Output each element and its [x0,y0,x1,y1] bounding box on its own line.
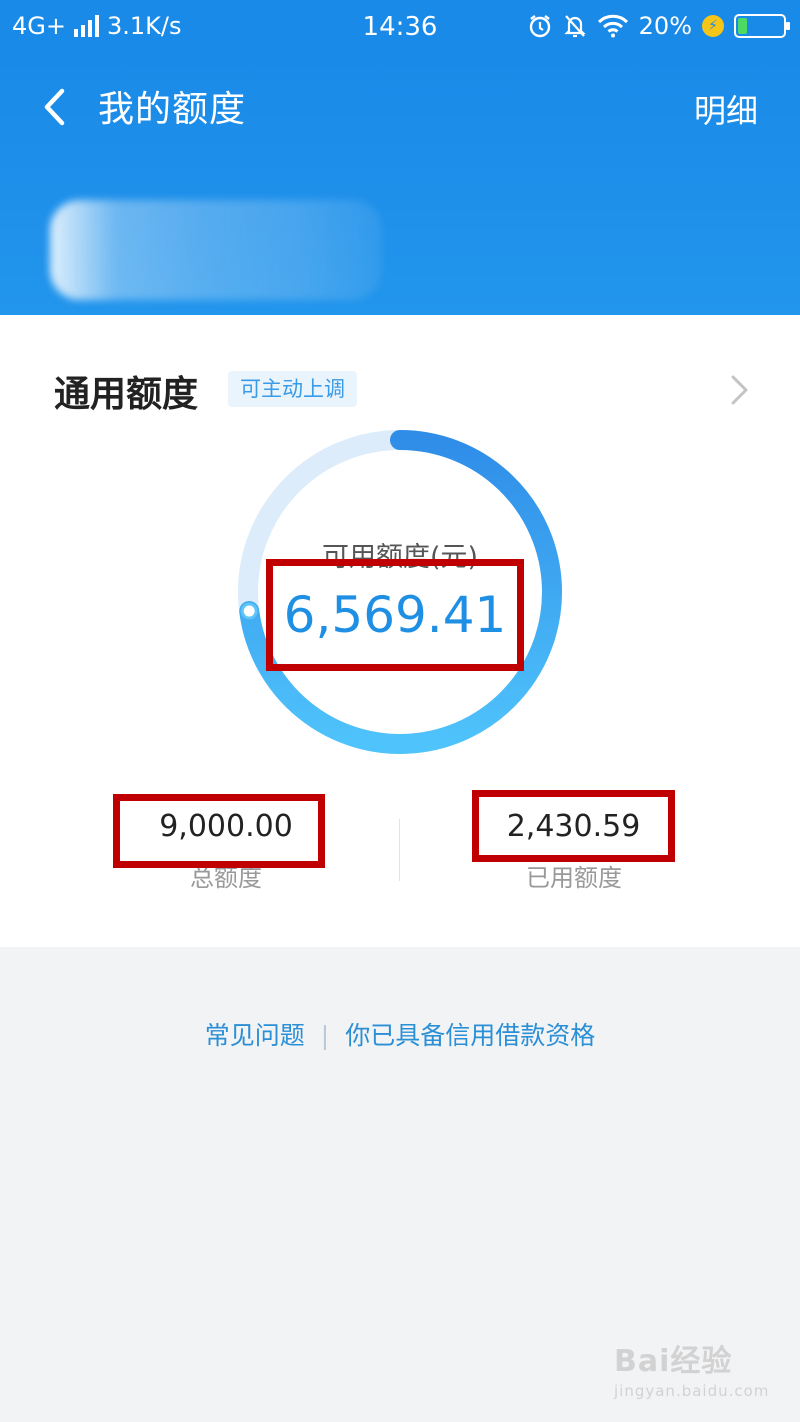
blurred-account-info [50,200,382,300]
faq-link[interactable]: 常见问题 [205,1021,305,1050]
highlight-box-total [113,794,325,868]
battery-icon [734,14,790,38]
used-label: 已用额度 [526,864,622,892]
watermark-logo: Bai经验 [614,1344,733,1379]
charging-bolt-icon: ⚡ [702,15,724,37]
highlight-box-used [472,790,675,862]
chevron-left-icon [44,88,65,126]
stat-divider [399,819,400,881]
chevron-right-icon[interactable] [728,373,752,407]
wifi-icon [597,14,628,38]
qualification-link[interactable]: 你已具备信用借款资格 [345,1021,595,1050]
header: 我的额度 明细 [0,54,800,315]
mute-bell-icon [564,15,586,38]
back-button[interactable] [34,84,74,130]
highlight-box-available [266,559,524,671]
alarm-icon [529,15,550,38]
footer-links: 常见问题 | 你已具备信用借款资格 [0,1016,800,1052]
link-separator: | [320,1021,330,1050]
adjust-tag[interactable]: 可主动上调 [228,371,357,407]
baidu-jingyan-watermark: Bai经验 jingyan.baidu.com [614,1336,769,1400]
ring-end-dot [240,602,258,620]
status-right: 20% ⚡ [527,12,790,40]
watermark-url: jingyan.baidu.com [614,1382,770,1400]
battery-level [738,18,747,34]
status-bar: 4G+ 3.1K/s 14:36 20% ⚡ [0,0,800,54]
section-title: 通用额度 [54,374,199,415]
credit-card: 通用额度 可主动上调 可用额度(元) 6,569.41 9,000.00 总额度… [0,315,800,947]
detail-link[interactable]: 明细 [694,86,758,132]
page-title: 我的额度 [98,89,247,130]
battery-percent: 20% [638,12,692,40]
